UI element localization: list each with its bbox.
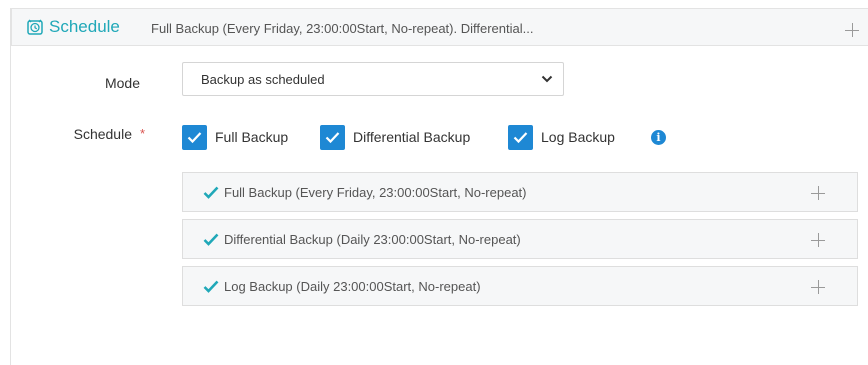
full-backup-section[interactable]: Full Backup (Every Friday, 23:00:00Start… <box>182 172 858 212</box>
schedule-label: Schedule <box>73 126 132 142</box>
schedule-title: Schedule <box>49 17 120 36</box>
mode-select-value: Backup as scheduled <box>201 72 325 87</box>
checkbox-checked-icon[interactable] <box>182 125 207 150</box>
required-marker: * <box>140 126 146 141</box>
checkbox-checked-icon[interactable] <box>320 125 345 150</box>
mode-select[interactable]: Backup as scheduled <box>182 62 564 96</box>
full-backup-section-title: Full Backup (Every Friday, 23:00:00Start… <box>224 185 527 200</box>
plus-icon[interactable] <box>811 186 825 200</box>
plus-icon[interactable] <box>845 23 859 37</box>
mode-label: Mode <box>104 75 140 91</box>
schedule-header[interactable]: Schedule Full Backup (Every Friday, 23:0… <box>11 8 868 46</box>
clock-icon <box>27 19 43 35</box>
plus-icon[interactable] <box>811 233 825 247</box>
log-backup-section[interactable]: Log Backup (Daily 23:00:00Start, No-repe… <box>182 266 858 306</box>
chevron-down-icon <box>541 75 553 83</box>
log-backup-section-title: Log Backup (Daily 23:00:00Start, No-repe… <box>224 279 481 294</box>
info-icon[interactable]: i <box>651 130 666 145</box>
check-icon <box>203 280 219 293</box>
differential-backup-section-title: Differential Backup (Daily 23:00:00Start… <box>224 232 521 247</box>
log-backup-label[interactable]: Log Backup <box>541 129 615 145</box>
checkbox-checked-icon[interactable] <box>508 125 533 150</box>
full-backup-label[interactable]: Full Backup <box>215 129 288 145</box>
differential-backup-label[interactable]: Differential Backup <box>353 129 470 145</box>
schedule-summary: Full Backup (Every Friday, 23:00:00Start… <box>151 21 534 36</box>
plus-icon[interactable] <box>811 280 825 294</box>
check-icon <box>203 186 219 199</box>
differential-backup-section[interactable]: Differential Backup (Daily 23:00:00Start… <box>182 219 858 259</box>
check-icon <box>203 233 219 246</box>
